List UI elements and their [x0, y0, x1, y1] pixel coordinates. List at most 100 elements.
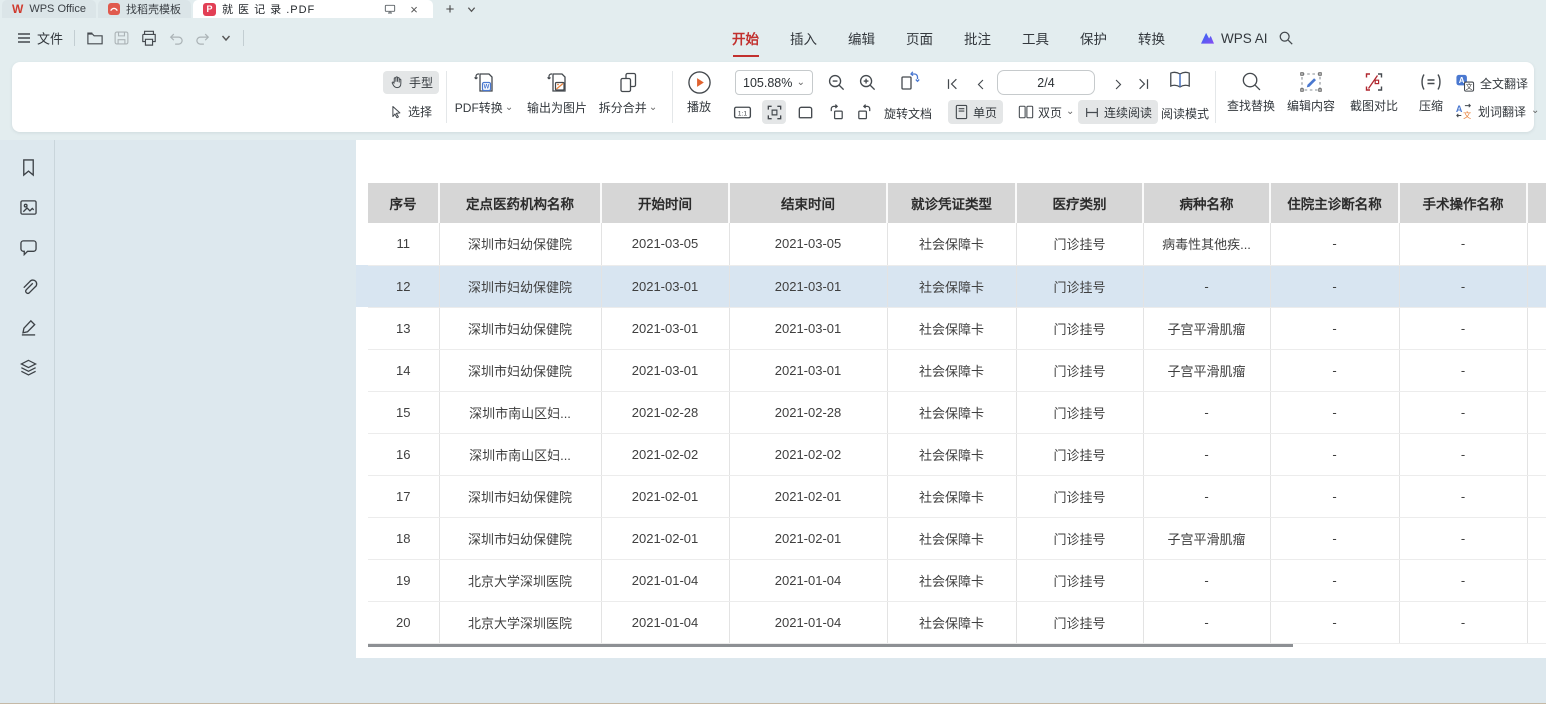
read-mode-icon[interactable] [1168, 68, 1192, 92]
table-cell: 2021-03-01 [729, 349, 887, 391]
tab-list-chevron-icon[interactable] [463, 0, 481, 18]
comment-icon[interactable] [17, 236, 39, 258]
hamburger-icon[interactable] [17, 32, 31, 44]
fit-page-button[interactable] [793, 100, 817, 124]
divider [446, 71, 447, 123]
table-cell: 2021-03-01 [601, 349, 729, 391]
table-cell: 深圳市南山区妇... [439, 433, 601, 475]
single-page-label: 单页 [973, 104, 997, 121]
undo-icon[interactable] [168, 31, 184, 45]
tab-document-active[interactable]: P 就 医 记 录 .PDF × [193, 0, 433, 18]
menu-tabs: 开始 插入 编辑 页面 批注 工具 保护 转换 [732, 18, 1165, 58]
chevron-down-icon: ⌄ [797, 78, 805, 88]
print-icon[interactable] [140, 30, 158, 46]
menu-tab[interactable]: 插入 [790, 28, 817, 48]
zoom-in-button[interactable] [855, 70, 879, 94]
continuous-read-button[interactable]: 连续阅读 [1078, 100, 1158, 124]
search-icon[interactable] [1278, 30, 1294, 46]
split-merge-button[interactable]: 拆分合并⌄ [593, 70, 663, 116]
table-cell: 社会保障卡 [887, 349, 1016, 391]
menu-tab[interactable]: 批注 [964, 28, 991, 48]
actual-size-button[interactable]: 1:1 [730, 100, 754, 124]
svg-text:A: A [1459, 76, 1465, 85]
play-button[interactable]: 播放 [673, 70, 725, 115]
full-translate-button[interactable]: A 文 全文翻译 [1455, 73, 1528, 93]
table-cell-partial [1527, 223, 1546, 265]
column-header: 定点医药机构名称 [439, 183, 601, 223]
svg-text:W: W [484, 85, 490, 91]
svg-text:1:1: 1:1 [737, 110, 747, 117]
next-page-button[interactable] [1106, 72, 1130, 96]
open-folder-icon[interactable] [86, 30, 104, 46]
layers-icon[interactable] [17, 356, 39, 378]
rotate-document-icon[interactable] [898, 69, 922, 93]
double-page-button[interactable]: 双页 ⌄ [1012, 100, 1080, 124]
table-cell: 16 [368, 433, 439, 475]
new-tab-button[interactable]: + [441, 0, 459, 18]
file-menu[interactable]: 文件 [37, 29, 63, 48]
close-icon[interactable]: × [405, 2, 423, 17]
edit-content-button[interactable]: 编辑内容 [1276, 70, 1346, 114]
rotate-left-button[interactable] [824, 100, 848, 124]
table-cell: 社会保障卡 [887, 307, 1016, 349]
read-mode-label[interactable]: 阅读模式 [1161, 105, 1209, 122]
signature-pen-icon[interactable] [17, 316, 39, 338]
single-page-button[interactable]: 单页 [948, 100, 1003, 124]
single-page-icon [954, 104, 969, 120]
menu-tab[interactable]: 转换 [1138, 28, 1165, 48]
table-cell: - [1143, 475, 1270, 517]
compress-button[interactable]: 压缩 [1406, 70, 1456, 114]
menu-tab[interactable]: 保护 [1080, 28, 1107, 48]
save-icon[interactable] [113, 30, 130, 46]
table-cell: 12 [368, 265, 439, 307]
previous-page-button[interactable] [968, 72, 992, 96]
screenshot-compare-button[interactable]: 截图对比 [1341, 70, 1407, 114]
chevron-down-icon: ⌄ [1066, 107, 1074, 117]
column-header: 医疗类别 [1016, 183, 1143, 223]
zoom-out-button[interactable] [824, 70, 848, 94]
first-page-button[interactable] [940, 72, 964, 96]
rotate-right-button[interactable] [852, 100, 876, 124]
page-number-input[interactable]: 2/4 [997, 70, 1095, 95]
select-tool-button[interactable]: 选择 [383, 100, 438, 123]
word-translate-button[interactable]: A 文 划词翻译 ⌄ [1455, 102, 1539, 120]
thumbnail-icon[interactable] [17, 196, 39, 218]
pdf-convert-button[interactable]: W PDF转换⌄ [449, 70, 519, 116]
wps-ai-icon [1200, 32, 1215, 45]
table-cell: 深圳市妇幼保健院 [439, 349, 601, 391]
zoom-level-select[interactable]: 105.88% ⌄ [735, 70, 813, 95]
table-cell: - [1399, 517, 1527, 559]
svg-text:文: 文 [1463, 110, 1471, 120]
table-cell: 2021-03-05 [729, 223, 887, 265]
menu-tab[interactable]: 开始 [732, 28, 759, 48]
last-page-button[interactable] [1132, 72, 1156, 96]
table-cell: 2021-03-01 [729, 265, 887, 307]
table-cell: 子宫平滑肌瘤 [1143, 307, 1270, 349]
redo-icon[interactable] [195, 31, 211, 45]
menu-tab[interactable]: 工具 [1022, 28, 1049, 48]
hand-tool-button[interactable]: 手型 [383, 71, 439, 94]
rotate-document-label[interactable]: 旋转文档 [884, 105, 932, 122]
table-cell: 门诊挂号 [1016, 391, 1143, 433]
table-cell: - [1270, 517, 1399, 559]
menu-tab[interactable]: 页面 [906, 28, 933, 48]
tab-docer-templates[interactable]: 找稻壳模板 [98, 0, 191, 18]
more-actions-chevron-icon[interactable] [221, 33, 231, 43]
pdf-icon: P [203, 3, 216, 16]
table-cell: 14 [368, 349, 439, 391]
fit-width-button[interactable] [762, 100, 786, 124]
attachment-icon[interactable] [17, 276, 39, 298]
table-cell: - [1270, 265, 1399, 307]
document-area[interactable]: 序号定点医药机构名称开始时间结束时间就诊凭证类型医疗类别病种名称住院主诊断名称手… [56, 140, 1546, 704]
menu-tab[interactable]: 编辑 [848, 28, 875, 48]
wps-ai-button[interactable]: WPS AI [1200, 18, 1268, 58]
presentation-icon[interactable] [381, 3, 399, 15]
table-cell: 社会保障卡 [887, 265, 1016, 307]
column-header: 开始时间 [601, 183, 729, 223]
table-cell: 门诊挂号 [1016, 223, 1143, 265]
bookmark-icon[interactable] [17, 156, 39, 178]
table-cell-partial [1527, 307, 1546, 349]
tab-wps-office[interactable]: W WPS Office [2, 0, 96, 18]
export-image-button[interactable]: 输出为图片 [522, 70, 592, 116]
table-cell: 17 [368, 475, 439, 517]
